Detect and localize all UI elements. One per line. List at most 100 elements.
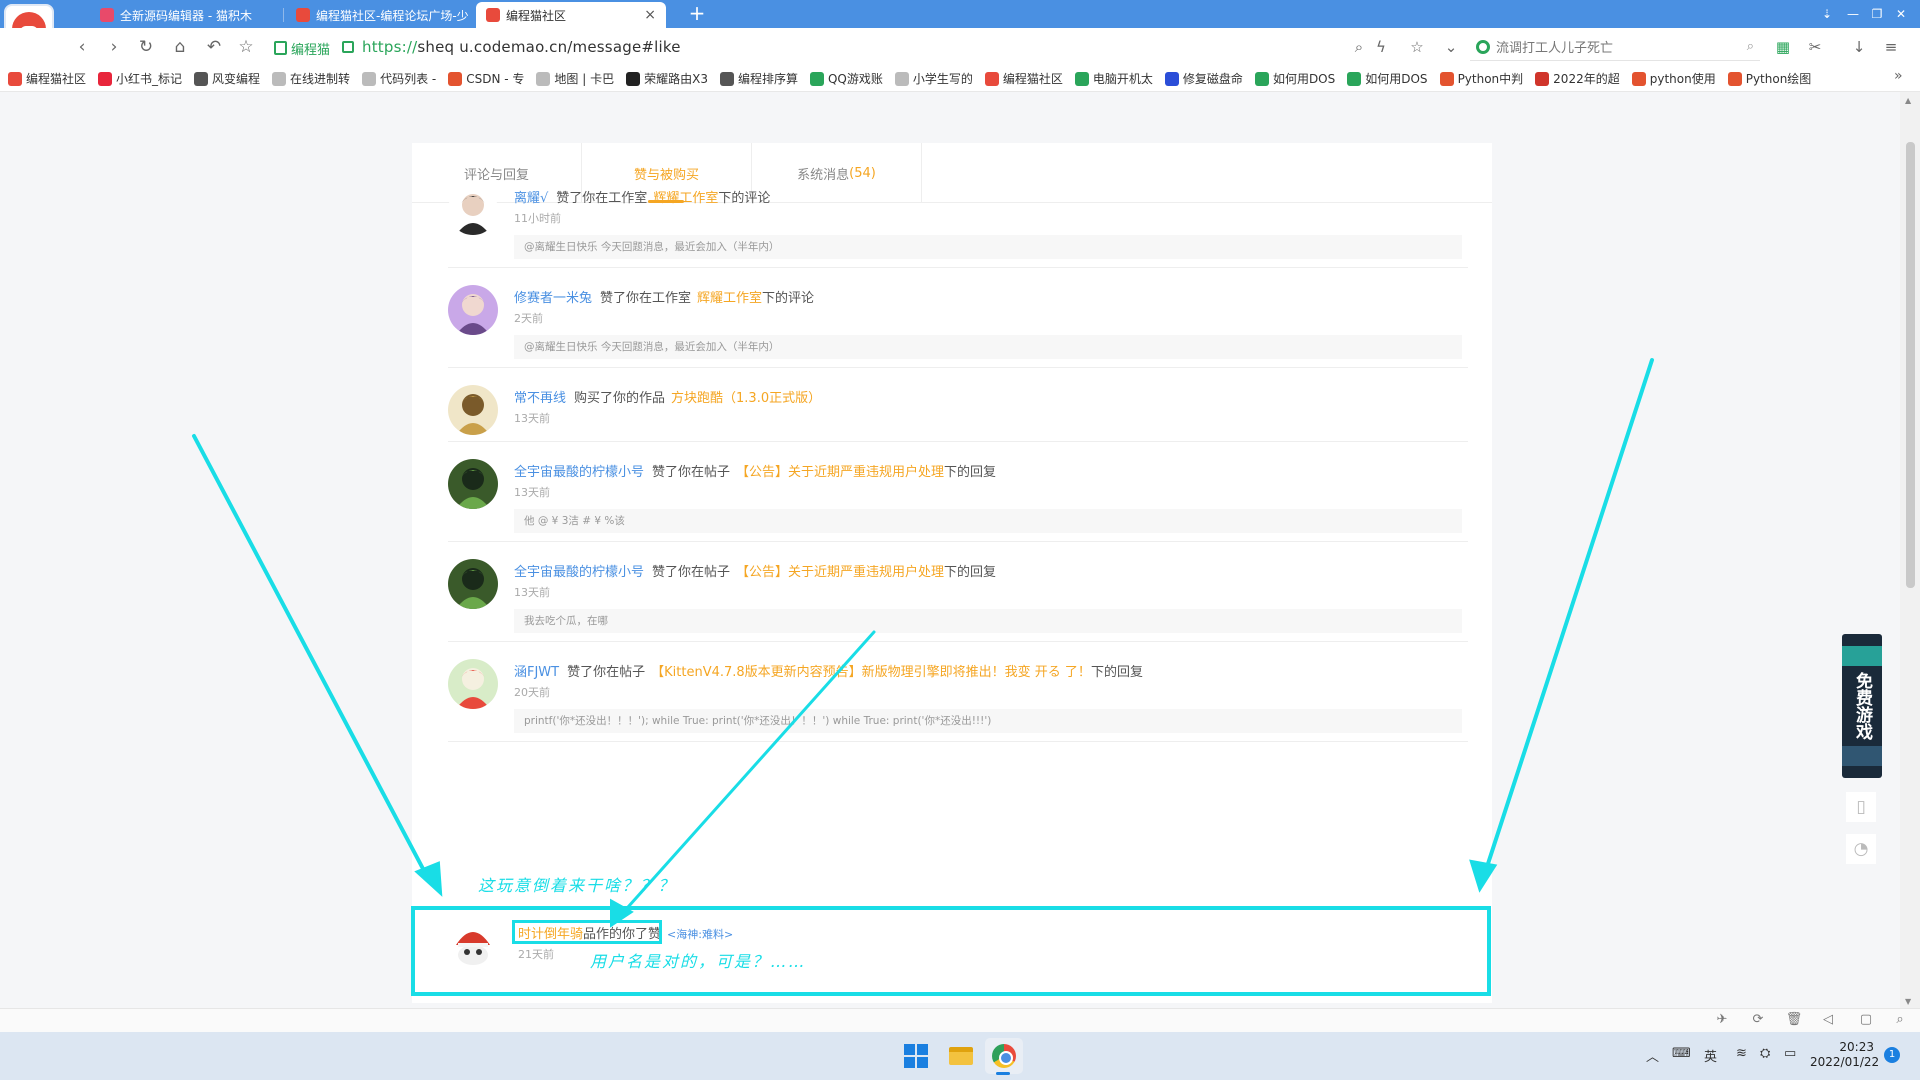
bookmark-favicon-icon [1074, 71, 1089, 86]
back-button[interactable]: ‹ [70, 36, 94, 58]
lock-icon[interactable] [342, 41, 354, 53]
network-icon[interactable]: ⛭ [1760, 1046, 1770, 1061]
mobile-icon[interactable]: ▯ [1846, 792, 1876, 822]
message-text: 离耀√ 赞了你在工作室 辉耀工作室下的评论 [514, 187, 770, 206]
close-window-button[interactable]: ✕ [1890, 4, 1912, 24]
site-verified-badge[interactable]: 编程猫 [270, 38, 334, 58]
bookmark-item[interactable]: QQ游戏账 [809, 70, 883, 87]
ime-indicator[interactable]: 英 [1704, 1046, 1717, 1065]
target-link[interactable]: 【公告】关于近期严重违规用户处理 [736, 565, 944, 580]
bookmark-item[interactable]: 编程猫社区 [984, 70, 1063, 87]
download-icon[interactable]: ↓ [1848, 36, 1870, 58]
target-link[interactable]: 辉耀工作室 [697, 291, 762, 306]
target-link[interactable]: 方块跑酷（1.3.0正式版） [671, 391, 821, 406]
row-divider [448, 367, 1468, 368]
bookmark-item[interactable]: 荣耀路由X3 [626, 70, 708, 87]
url-scheme: https:// [362, 38, 418, 56]
tab-source-editor[interactable]: 全新源码编辑器 - 猫积木 [90, 2, 286, 28]
avatar[interactable] [448, 559, 498, 609]
bookmark-item[interactable]: 编程猫社区 [8, 70, 86, 87]
lightning-icon[interactable]: ϟ [1370, 36, 1392, 58]
bookmark-star-icon[interactable]: ☆ [1406, 36, 1428, 58]
trash-icon[interactable]: 🗑 [1784, 1012, 1804, 1028]
bookmark-label: 修复磁盘命 [1182, 72, 1243, 86]
bookmarks-more-icon[interactable]: » [1894, 68, 1903, 84]
scroll-up-icon[interactable]: ▲ [1905, 96, 1911, 105]
forward-button[interactable]: › [102, 36, 126, 58]
bookmark-item[interactable]: python使用 [1631, 70, 1716, 87]
scrollbar-thumb[interactable] [1906, 142, 1915, 588]
file-explorer-button[interactable] [942, 1038, 980, 1074]
bookmark-item[interactable]: 2022年的超 [1535, 70, 1620, 87]
bookmark-item[interactable]: 在线进制转 [272, 70, 350, 87]
bookmark-item[interactable]: 小学生写的 [894, 70, 973, 87]
bookmark-item[interactable]: 地图 | 卡巴 [536, 70, 614, 87]
bookmark-item[interactable]: 编程排序算 [719, 70, 798, 87]
folder-icon [949, 1047, 973, 1065]
floating-game-ad[interactable]: 免费游戏 [1842, 634, 1882, 778]
notification-bell-icon[interactable]: ◔ [1846, 834, 1876, 864]
notification-badge[interactable]: 1 [1884, 1047, 1900, 1063]
home-button[interactable]: ⌂ [168, 36, 192, 58]
bookmark-item[interactable]: 风变编程 [194, 70, 260, 87]
target-link[interactable]: 辉耀工作室 [653, 191, 718, 206]
new-tab-button[interactable]: + [684, 2, 710, 26]
favorite-star-button[interactable]: ☆ [234, 36, 258, 58]
minimize-button[interactable]: — [1842, 4, 1864, 24]
speaker-icon[interactable]: ◁ [1818, 1012, 1838, 1028]
tray-chevron-icon[interactable]: ︿ [1646, 1046, 1659, 1065]
zoom-status-icon[interactable]: ⌕ [1890, 1012, 1910, 1028]
battery-icon[interactable]: ▭ [1784, 1046, 1796, 1061]
undo-close-button[interactable]: ↶ [202, 36, 226, 58]
browser-taskbar-button[interactable] [985, 1038, 1023, 1074]
address-bar[interactable]: https://sheq u.codemao.cn/message#like [362, 38, 681, 56]
bookmark-item[interactable]: CSDN - 专 [448, 70, 524, 87]
bookmark-item[interactable]: 如何用DOS [1254, 70, 1335, 87]
avatar[interactable] [448, 385, 498, 435]
menu-icon[interactable]: ≡ [1880, 36, 1902, 58]
bookmark-item[interactable]: 如何用DOS [1347, 70, 1428, 87]
bookmark-label: 2022年的超 [1553, 72, 1620, 86]
username-link[interactable]: 全宇宙最酸的柠檬小号 [514, 565, 644, 580]
window-icon[interactable]: ▢ [1856, 1012, 1876, 1028]
search-input[interactable]: 流调打工人儿子死亡 ⌕ [1470, 33, 1760, 61]
bookmark-favicon-icon [894, 71, 909, 86]
chevron-down-icon[interactable]: ⌄ [1440, 36, 1462, 58]
pin-icon[interactable]: ✈ [1712, 1012, 1732, 1028]
target-link[interactable]: 【KittenV4.7.8版本更新内容预告】新版物理引擎即将推出！我变 开る 了… [651, 665, 1091, 680]
bookmark-item[interactable]: Python绘图 [1727, 70, 1811, 87]
username-link[interactable]: 全宇宙最酸的柠檬小号 [514, 465, 644, 480]
tab-system-messages[interactable]: 系统消息 (54) [752, 143, 922, 203]
username-link[interactable]: 涵FJWT [514, 665, 559, 680]
bookmark-item[interactable]: 代码列表 - [362, 70, 436, 87]
avatar[interactable] [448, 659, 498, 709]
tab-close-icon[interactable]: × [644, 7, 656, 23]
username-link[interactable]: 修赛者一米兔 [514, 291, 592, 306]
username-link[interactable]: 离耀√ [514, 191, 548, 206]
tab-forum[interactable]: 编程猫社区-编程论坛广场-少 [286, 2, 482, 28]
skin-icon[interactable]: ⇣ [1816, 4, 1838, 24]
target-link[interactable]: 【公告】关于近期严重违规用户处理 [736, 465, 944, 480]
avatar[interactable] [448, 285, 498, 335]
zoom-icon[interactable]: ⌕ [1348, 36, 1370, 58]
refresh-circle-icon[interactable]: ⟳ [1748, 1012, 1768, 1028]
reload-button[interactable]: ↻ [134, 36, 158, 58]
bookmark-item[interactable]: 修复磁盘命 [1164, 70, 1243, 87]
avatar[interactable] [448, 185, 498, 235]
wifi-icon[interactable]: ≋ [1736, 1046, 1747, 1061]
bookmark-item[interactable]: Python中判 [1439, 70, 1523, 87]
apps-grid-icon[interactable]: ▦ [1772, 36, 1794, 58]
maximize-button[interactable]: ❐ [1866, 4, 1888, 24]
start-button[interactable] [897, 1038, 935, 1074]
system-clock[interactable]: 20:23 2022/01/22 [1810, 1040, 1879, 1070]
scroll-down-icon[interactable]: ▼ [1905, 997, 1911, 1006]
scissors-icon[interactable]: ✂ [1804, 36, 1826, 58]
page-scrollbar[interactable]: ▲ ▼ [1900, 92, 1920, 1008]
username-link[interactable]: 常不再线 [514, 391, 566, 406]
bookmark-item[interactable]: 电脑开机太 [1074, 70, 1153, 87]
search-icon[interactable]: ⌕ [1747, 39, 1754, 54]
avatar[interactable] [448, 459, 498, 509]
tab-community-active[interactable]: 编程猫社区 × [476, 2, 666, 28]
bookmark-item[interactable]: 小红书_标记 [98, 70, 182, 87]
keyboard-icon[interactable]: ⌨ [1672, 1046, 1691, 1061]
